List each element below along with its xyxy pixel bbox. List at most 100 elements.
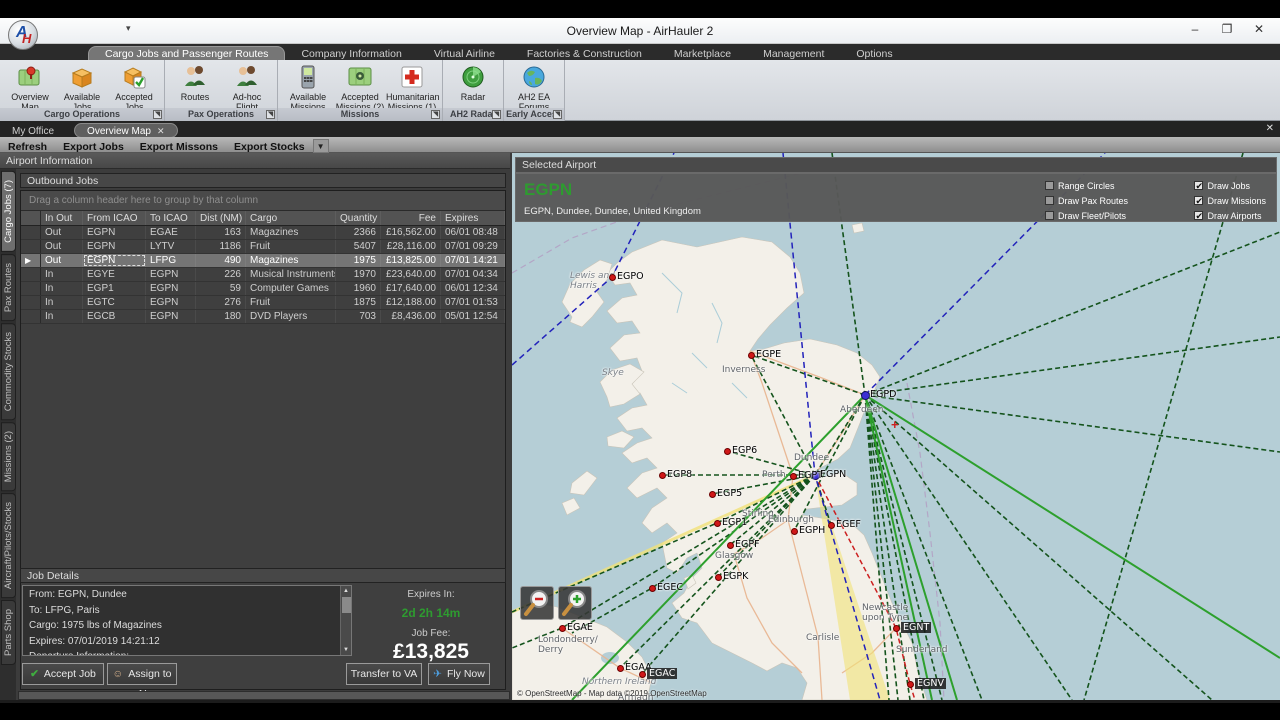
- cell[interactable]: In: [41, 296, 83, 309]
- side-tab-aircraft-pilots-stocks[interactable]: Aircraft/Pilots/Stocks: [1, 493, 16, 598]
- checkbox-icon[interactable]: ✔: [1194, 211, 1203, 220]
- table-row[interactable]: ▶OutEGPNLFPG490Magazines1975£13,825.0007…: [21, 254, 505, 268]
- checkbox-draw-airports[interactable]: ✔Draw Airports: [1194, 209, 1266, 222]
- accept-job-button[interactable]: ✔Accept Job: [22, 663, 104, 685]
- ribbon-button-routes[interactable]: Routes: [169, 62, 221, 102]
- airport-marker-egef[interactable]: [828, 522, 835, 529]
- scroll-thumb[interactable]: [342, 597, 351, 613]
- command-bar-dropdown-icon[interactable]: ▼: [313, 139, 329, 153]
- group-expander-icon[interactable]: ◥: [153, 110, 162, 119]
- cell[interactable]: 06/01 08:48: [441, 226, 505, 239]
- column-header-quantity[interactable]: Quantity: [336, 211, 381, 225]
- ribbon-button-accepted-jobs[interactable]: Accepted Jobs: [108, 62, 160, 112]
- cell[interactable]: Out: [41, 254, 83, 267]
- cell[interactable]: £8,436.00: [381, 310, 441, 323]
- cell[interactable]: EGPN: [83, 254, 146, 267]
- airport-marker-egp8[interactable]: [659, 472, 666, 479]
- cell[interactable]: Magazines: [246, 254, 336, 267]
- airport-marker-egpo[interactable]: [609, 274, 616, 281]
- cell[interactable]: 1960: [336, 282, 381, 295]
- cell[interactable]: EGPN: [146, 268, 196, 281]
- cell[interactable]: 2366: [336, 226, 381, 239]
- maximize-button[interactable]: ❐: [1212, 22, 1242, 40]
- cell[interactable]: In: [41, 282, 83, 295]
- cell[interactable]: £16,562.00: [381, 226, 441, 239]
- tab-close-icon[interactable]: ✕: [157, 126, 165, 136]
- cell[interactable]: 5407: [336, 240, 381, 253]
- column-header-fee[interactable]: Fee: [381, 211, 441, 225]
- group-expander-icon[interactable]: ◥: [266, 110, 275, 119]
- app-logo-icon[interactable]: AH: [8, 20, 38, 50]
- cell[interactable]: 490: [196, 254, 246, 267]
- checkbox-draw-missions[interactable]: ✔Draw Missions: [1194, 194, 1266, 207]
- cell[interactable]: 59: [196, 282, 246, 295]
- ribbon-button-ah2-ea-forums[interactable]: AH2 EA Forums: [508, 62, 560, 112]
- doc-tab-overview-map[interactable]: Overview Map✕: [74, 123, 177, 138]
- checkbox-icon[interactable]: ✔: [1194, 181, 1203, 190]
- cell[interactable]: EGPN: [83, 240, 146, 253]
- checkbox-icon[interactable]: [1045, 181, 1054, 190]
- side-tab-commodity-stocks[interactable]: Commodity Stocks: [1, 323, 16, 420]
- group-expander-icon[interactable]: ◥: [431, 110, 440, 119]
- column-header-to-icao[interactable]: To ICAO: [146, 211, 196, 225]
- cell[interactable]: £17,640.00: [381, 282, 441, 295]
- cell[interactable]: EGPN: [146, 282, 196, 295]
- ribbon-button-ad-hoc-flight[interactable]: Ad-hoc Flight: [221, 62, 273, 112]
- cell[interactable]: EGPN: [146, 310, 196, 323]
- job-details-scrollbar[interactable]: ▲ ▼: [340, 586, 351, 655]
- assign-to-ai-button[interactable]: ☺Assign to AI: [107, 663, 177, 685]
- cell[interactable]: EGPN: [83, 226, 146, 239]
- side-tab-cargo-jobs-7-[interactable]: Cargo Jobs (7): [1, 171, 16, 252]
- ribbon-button-radar[interactable]: Radar: [447, 62, 499, 102]
- ribbon-button-accepted-missions-2-[interactable]: Accepted Missions (2): [334, 62, 386, 112]
- minimize-button[interactable]: –: [1180, 22, 1210, 40]
- cell[interactable]: 05/01 12:54: [441, 310, 505, 323]
- scroll-up-icon[interactable]: ▲: [341, 586, 351, 596]
- cell[interactable]: 1975: [336, 254, 381, 267]
- cell[interactable]: In: [41, 310, 83, 323]
- cell[interactable]: £28,116.00: [381, 240, 441, 253]
- airport-marker-egnt[interactable]: [893, 625, 900, 632]
- column-header-from-icao[interactable]: From ICAO: [83, 211, 146, 225]
- scroll-down-icon[interactable]: ▼: [341, 645, 351, 655]
- column-header-cargo[interactable]: Cargo: [246, 211, 336, 225]
- cell[interactable]: 1875: [336, 296, 381, 309]
- airport-marker-egnv[interactable]: [907, 681, 914, 688]
- group-expander-icon[interactable]: ◥: [492, 110, 501, 119]
- cell[interactable]: LYTV: [146, 240, 196, 253]
- column-header-in-out[interactable]: In Out: [41, 211, 83, 225]
- cell[interactable]: Musical Instruments: [246, 268, 336, 281]
- cell[interactable]: LFPG: [146, 254, 196, 267]
- airport-marker-egp5[interactable]: [709, 491, 716, 498]
- table-row[interactable]: OutEGPNEGAE163Magazines2366£16,562.0006/…: [21, 226, 505, 240]
- airport-marker-egpf[interactable]: [727, 542, 734, 549]
- checkbox-range-circles[interactable]: Range Circles: [1045, 179, 1128, 192]
- cell[interactable]: EGTC: [83, 296, 146, 309]
- airport-marker-egp1[interactable]: [714, 520, 721, 527]
- cell[interactable]: EGAE: [146, 226, 196, 239]
- column-header-dist-nm-[interactable]: Dist (NM): [196, 211, 246, 225]
- airport-marker-egp6[interactable]: [724, 448, 731, 455]
- cell[interactable]: Fruit: [246, 296, 336, 309]
- cell[interactable]: EGYE: [83, 268, 146, 281]
- airport-marker-egpk[interactable]: [715, 574, 722, 581]
- ribbon-button-available-jobs[interactable]: Available Jobs: [56, 62, 108, 112]
- cell[interactable]: 226: [196, 268, 246, 281]
- airport-marker-egpe[interactable]: [748, 352, 755, 359]
- cell[interactable]: In: [41, 268, 83, 281]
- fly-now-button[interactable]: ✈Fly Now: [428, 663, 490, 685]
- checkbox-draw-jobs[interactable]: ✔Draw Jobs: [1194, 179, 1266, 192]
- group-by-hint[interactable]: Drag a column header here to group by th…: [21, 191, 505, 211]
- side-tab-missions-2-[interactable]: Missions (2): [1, 422, 16, 491]
- side-tab-parts-shop[interactable]: Parts Shop: [1, 600, 16, 665]
- cell[interactable]: Out: [41, 240, 83, 253]
- ribbon-button-available-missions[interactable]: Available Missions: [282, 62, 334, 112]
- cell[interactable]: 07/01 04:34: [441, 268, 505, 281]
- cell[interactable]: 07/01 01:53: [441, 296, 505, 309]
- ribbon-button-overview-map[interactable]: Overview Map: [4, 62, 56, 112]
- cell[interactable]: Computer Games: [246, 282, 336, 295]
- side-tab-pax-routes[interactable]: Pax Routes: [1, 254, 16, 321]
- airport-marker-egph[interactable]: [791, 528, 798, 535]
- cell[interactable]: DVD Players: [246, 310, 336, 323]
- cell[interactable]: 07/01 09:29: [441, 240, 505, 253]
